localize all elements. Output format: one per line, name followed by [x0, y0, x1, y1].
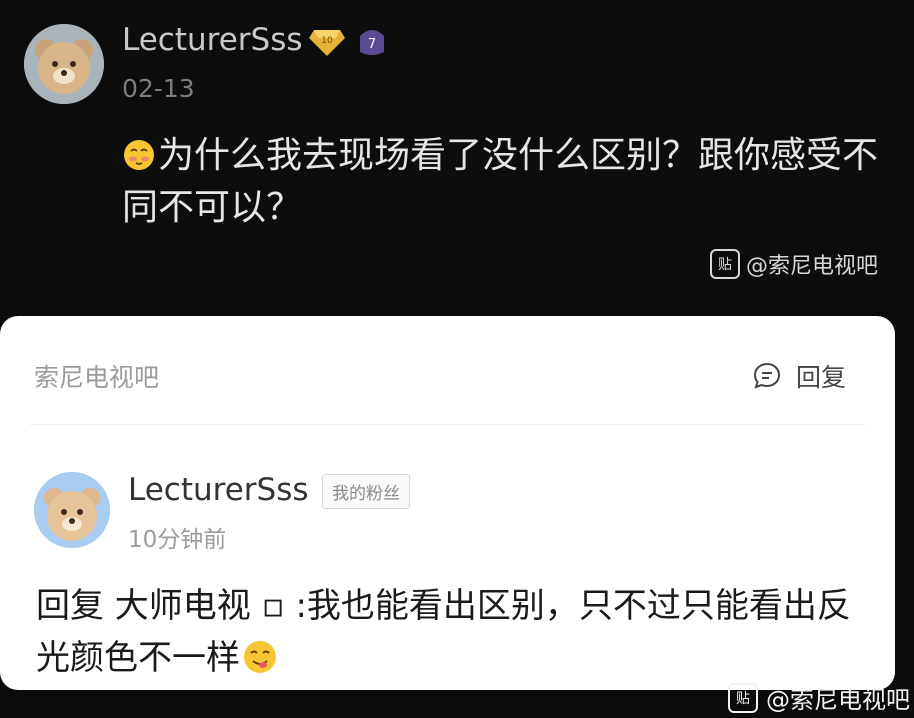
level-text: 7 [368, 37, 376, 52]
badge-level-text: 10 [321, 36, 333, 46]
watermark-text: @索尼电视吧 [766, 686, 910, 714]
username[interactable]: LecturerSss [122, 22, 303, 58]
forum-name[interactable]: 索尼电视吧 [34, 358, 159, 394]
comment-content: 回复 大师电视 ▫ :我也能看出区别，只不过只能看出反光颜色不一样 [36, 580, 876, 684]
divider [30, 424, 865, 425]
reply-icon [753, 362, 781, 389]
reply-card: 索尼电视吧 回复 LecturerSss 我的粉丝 10分钟前 回复 大师电视 … [0, 316, 895, 690]
avatar[interactable] [34, 472, 110, 548]
card-header: 索尼电视吧 回复 [0, 316, 895, 426]
yum-emoji-icon [244, 641, 276, 673]
bear-avatar-icon [34, 472, 110, 548]
comment-time: 10分钟前 [128, 527, 227, 553]
fan-tag: 我的粉丝 [322, 474, 410, 509]
post-date: 02-13 [122, 74, 195, 103]
reply-label: 回复 [796, 363, 847, 392]
tieba-logo-icon: 贴 [710, 249, 740, 279]
blush-emoji-icon [124, 140, 154, 170]
post-content: 为什么我去现场看了没什么区别？跟你感受不同不可以？ [122, 130, 882, 234]
tieba-logo-icon: 贴 [728, 682, 758, 713]
watermark-text: @索尼电视吧 [746, 254, 879, 279]
level-badge-icon: 7 [360, 30, 384, 55]
original-post: LecturerSss 10 7 02-13 为什么我去现场看了没什么区别？跟你… [0, 0, 895, 287]
comment-text: 回复 大师电视 ▫ :我也能看出区别，只不过只能看出反光颜色不一样 [36, 586, 851, 678]
bear-avatar-icon [24, 24, 104, 104]
avatar[interactable] [24, 24, 104, 104]
username[interactable]: LecturerSss [128, 472, 309, 508]
watermark: 贴 @索尼电视吧 [728, 680, 910, 715]
watermark: 贴 @索尼电视吧 [710, 248, 878, 280]
post-text: 为什么我去现场看了没什么区别？跟你感受不同不可以？ [122, 135, 879, 228]
reply-button[interactable]: 回复 [752, 358, 846, 394]
gold-badge-icon: 10 [309, 30, 345, 56]
